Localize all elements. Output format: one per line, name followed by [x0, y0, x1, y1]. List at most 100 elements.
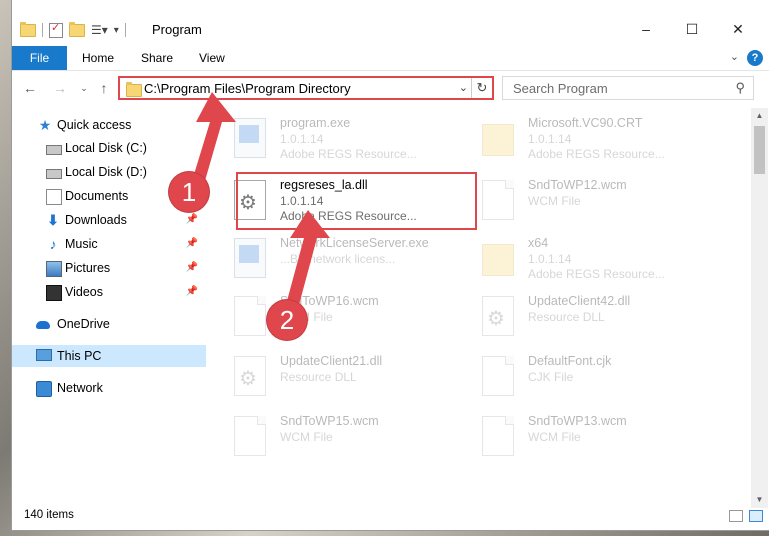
vertical-scrollbar[interactable]: ▲ ▼ — [751, 108, 768, 508]
sidebar-item-label: Music — [65, 237, 98, 251]
sidebar-item-music[interactable]: ♪ Music 📌 — [12, 233, 206, 255]
file-version: Resource DLL — [280, 370, 357, 384]
tab-file[interactable]: File — [12, 46, 67, 70]
customize-toolbar-icon[interactable]: ☰▾ — [91, 23, 108, 37]
file-version: Resource DLL — [528, 310, 605, 324]
quick-access-toolbar: ☰▾ ▾ — [20, 20, 126, 40]
file-explorer-window: ☰▾ ▾ Program – ☐ ✕ File Home Share View … — [12, 0, 769, 530]
toolbar-separator — [42, 23, 43, 37]
up-button[interactable]: ↑ — [94, 78, 114, 98]
file-name: SndToWP15.wcm — [280, 414, 379, 428]
expand-ribbon-icon[interactable]: ⌄ — [730, 50, 739, 63]
document-icon — [234, 296, 266, 336]
music-icon: ♪ — [49, 236, 57, 252]
file-name: DefaultFont.cjk — [528, 354, 612, 368]
file-tile[interactable]: x64 1.0.1.14 Adobe REGS Resource... — [466, 234, 706, 281]
folder-icon — [482, 244, 514, 276]
file-tile[interactable]: SndToWP12.wcm WCM File — [466, 176, 706, 222]
document-icon — [482, 180, 514, 220]
file-description: Adobe REGS Resource... — [280, 147, 417, 161]
search-box[interactable]: Search Program ⚲ — [502, 76, 754, 100]
file-tile[interactable]: SndToWP16.wcm WCM File — [218, 292, 458, 338]
sidebar-item-videos[interactable]: Videos 📌 — [12, 281, 206, 303]
document-icon — [482, 416, 514, 456]
file-name: UpdateClient21.dll — [280, 354, 383, 368]
back-button[interactable]: ← — [20, 78, 40, 98]
sidebar-item-label: OneDrive — [57, 317, 110, 331]
scrollbar-thumb[interactable] — [754, 126, 765, 174]
downloads-icon: ⬇ — [47, 212, 59, 228]
minimize-button[interactable]: – — [623, 14, 669, 44]
window-title: Program — [152, 22, 202, 37]
file-name: program.exe — [280, 116, 351, 130]
file-name: UpdateClient42.dll — [528, 294, 631, 308]
sidebar-item-quick-access[interactable]: ★ Quick access — [12, 114, 206, 136]
documents-icon — [46, 189, 62, 205]
highlight-box — [236, 172, 477, 230]
title-bar: ☰▾ ▾ Program – ☐ ✕ — [12, 0, 769, 44]
file-tile[interactable]: SndToWP15.wcm WCM File — [218, 412, 458, 458]
file-tile[interactable]: program.exe 1.0.1.14 Adobe REGS Resource… — [218, 114, 458, 161]
search-input[interactable]: Search Program — [513, 81, 608, 96]
file-tile[interactable]: ⚙ UpdateClient42.dll Resource DLL — [466, 292, 706, 338]
properties-icon[interactable] — [49, 21, 63, 38]
forward-button[interactable]: → — [50, 78, 70, 98]
view-toggle — [729, 510, 763, 522]
details-view-icon[interactable] — [729, 510, 743, 522]
sidebar-item-label: Downloads — [65, 213, 127, 227]
address-path[interactable]: C:\Program Files\Program Directory — [144, 81, 351, 96]
folder-icon — [482, 124, 514, 156]
sidebar-item-label: Network — [57, 381, 103, 395]
pin-icon[interactable]: 📌 — [186, 257, 198, 279]
scroll-down-icon[interactable]: ▼ — [751, 492, 768, 508]
refresh-icon[interactable]: ↻ — [471, 78, 492, 98]
sidebar-item-label: Local Disk (C:) — [65, 141, 147, 155]
sidebar-item-this-pc[interactable]: This PC — [12, 345, 206, 367]
sidebar-item-network[interactable]: Network — [12, 377, 206, 399]
star-icon: ★ — [38, 117, 52, 133]
sidebar-item-pictures[interactable]: Pictures 📌 — [12, 257, 206, 279]
tiles-view-icon[interactable] — [749, 510, 763, 522]
file-version: 1.0.1.14 — [528, 252, 572, 266]
dll-file-icon: ⚙ — [482, 296, 514, 336]
file-name: SndToWP13.wcm — [528, 414, 627, 428]
network-icon — [36, 381, 52, 397]
tab-share[interactable]: Share — [141, 46, 173, 70]
sidebar-item-downloads[interactable]: ⬇ Downloads 📌 — [12, 209, 206, 231]
sidebar-item-label: Quick access — [57, 118, 132, 132]
tab-home[interactable]: Home — [82, 46, 114, 70]
sidebar-item-label: Local Disk (D:) — [65, 165, 147, 179]
drive-icon — [46, 169, 62, 179]
help-button[interactable]: ? — [747, 50, 763, 66]
toolbar-separator — [124, 23, 126, 37]
tab-view[interactable]: View — [199, 46, 225, 70]
folder-icon — [20, 21, 36, 37]
recent-locations-button[interactable]: ⌄ — [74, 78, 94, 98]
file-tile[interactable]: SndToWP13.wcm WCM File — [466, 412, 706, 458]
scroll-up-icon[interactable]: ▲ — [751, 108, 768, 124]
file-tile[interactable]: DefaultFont.cjk CJK File — [466, 352, 706, 398]
file-tile[interactable]: ⚙ UpdateClient21.dll Resource DLL — [218, 352, 458, 398]
toolbar-dropdown-icon[interactable]: ▾ — [114, 25, 119, 36]
maximize-button[interactable]: ☐ — [669, 14, 715, 44]
file-version: WCM File — [528, 194, 581, 208]
close-button[interactable]: ✕ — [715, 14, 761, 44]
sidebar-item-label: Pictures — [65, 261, 111, 275]
new-folder-icon[interactable] — [69, 21, 85, 37]
pin-icon[interactable]: 📌 — [186, 209, 198, 231]
pin-icon[interactable]: 📌 — [186, 233, 198, 255]
file-tile[interactable]: Microsoft.VC90.CRT 1.0.1.14 Adobe REGS R… — [466, 114, 706, 161]
navigation-pane: ★ Quick access Local Disk (C:) Local Dis… — [12, 108, 206, 508]
pin-icon[interactable]: 📌 — [186, 281, 198, 303]
address-bar[interactable]: C:\Program Files\Program Directory ⌄ ↻ — [118, 76, 494, 100]
drive-icon — [46, 145, 62, 155]
sidebar-item-local-disk-c[interactable]: Local Disk (C:) — [12, 137, 206, 159]
this-pc-icon — [36, 349, 52, 361]
chevron-down-icon[interactable]: ⌄ — [459, 81, 468, 94]
sidebar-item-onedrive[interactable]: OneDrive — [12, 313, 206, 335]
exe-file-icon — [234, 238, 266, 278]
search-icon[interactable]: ⚲ — [735, 80, 745, 96]
file-tile[interactable]: NetworkLicenseServer.exe ...BY network l… — [218, 234, 458, 280]
pictures-icon — [46, 261, 62, 277]
callout-1-badge: 1 — [169, 172, 209, 212]
